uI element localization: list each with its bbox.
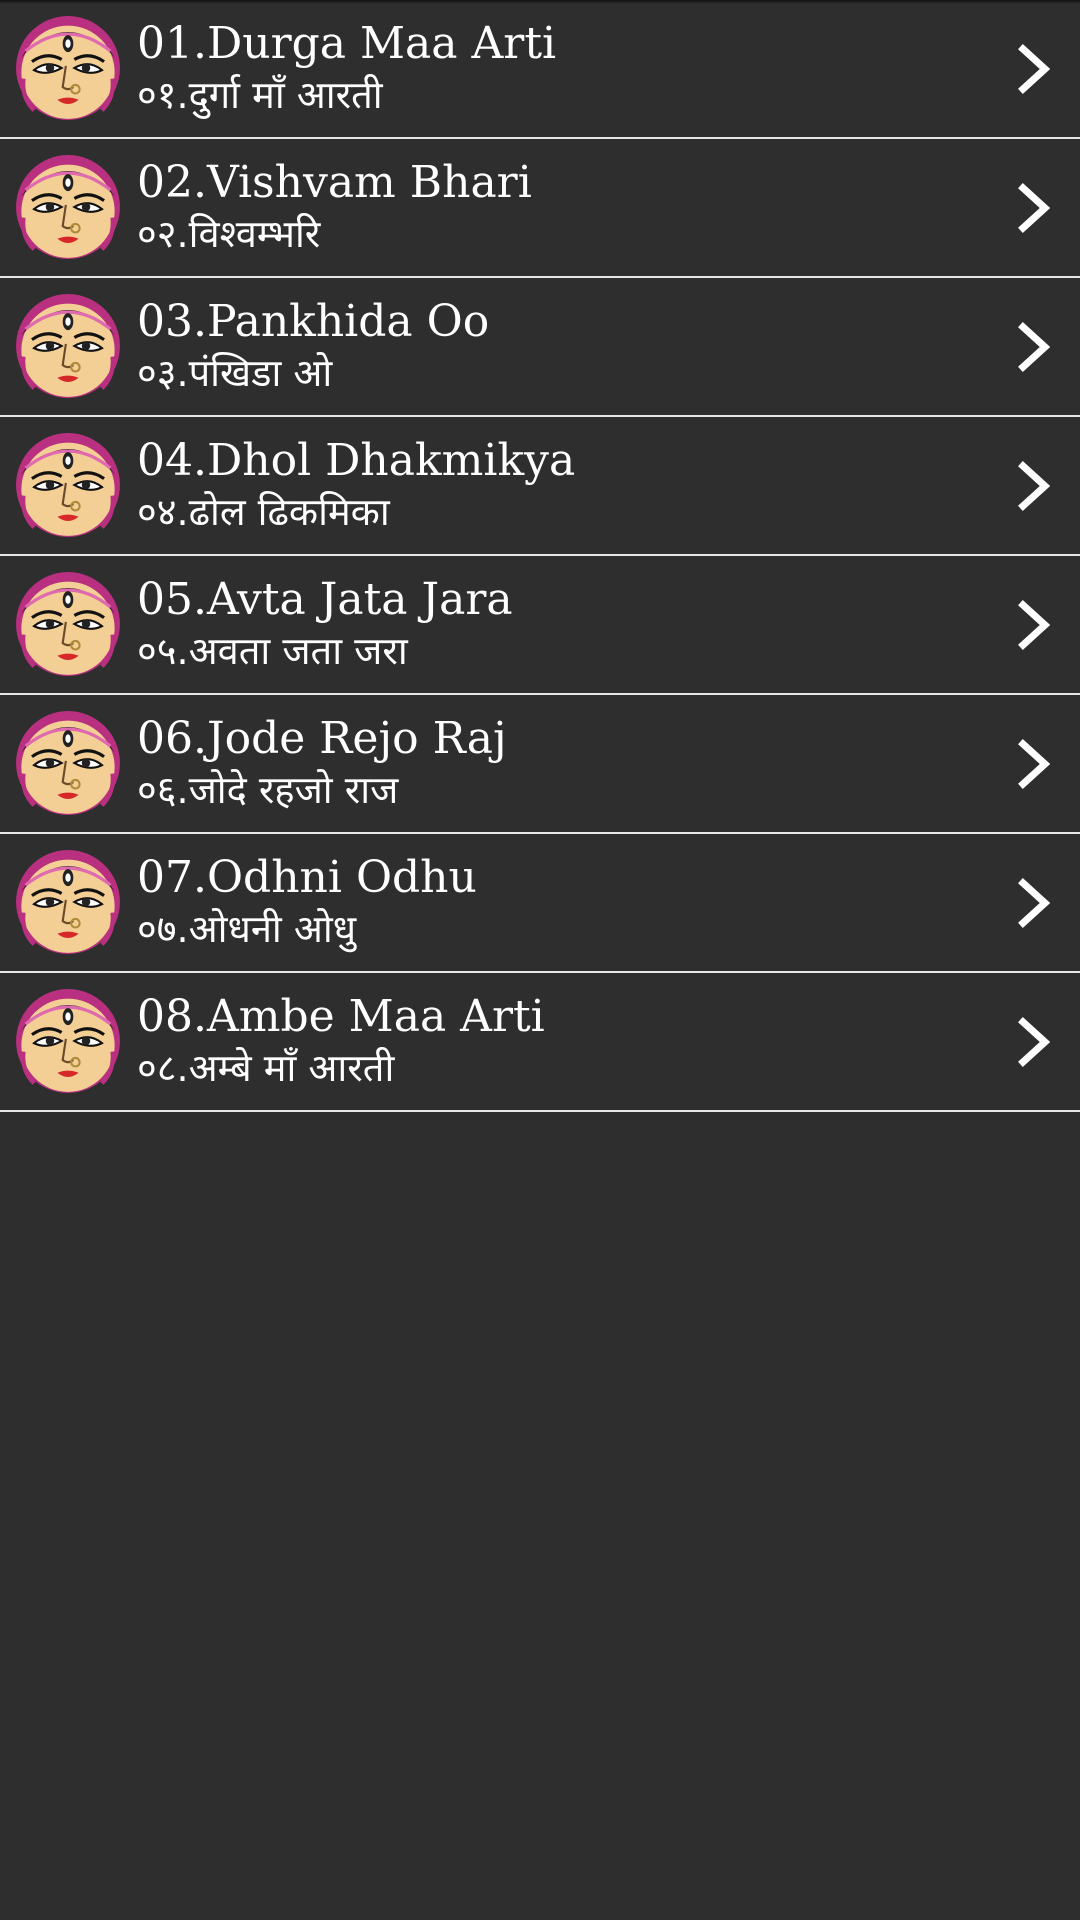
item-subtitle: ०६.जोदे रहजो राज bbox=[137, 768, 399, 812]
item-title: 01.Durga Maa Arti bbox=[137, 18, 557, 69]
goddess-durga-face-icon bbox=[15, 710, 121, 816]
list-item-02[interactable]: 02.Vishvam Bhari ०२.विश्वम्भरि bbox=[0, 139, 1080, 278]
item-title: 03.Pankhida Oo bbox=[137, 296, 490, 347]
item-subtitle: ०८.अम्बे माँ आरती bbox=[137, 1046, 395, 1090]
list-item-06[interactable]: 06.Jode Rejo Raj ०६.जोदे रहजो राज bbox=[0, 695, 1080, 834]
goddess-durga-face-icon bbox=[15, 15, 121, 121]
chevron-right-icon bbox=[1016, 1017, 1052, 1067]
item-subtitle: ०१.दुर्गा माँ आरती bbox=[137, 73, 383, 117]
item-title: 07.Odhni Odhu bbox=[137, 852, 477, 903]
list-item-08[interactable]: 08.Ambe Maa Arti ०८.अम्बे माँ आरती bbox=[0, 973, 1080, 1112]
list-item-01[interactable]: 01.Durga Maa Arti ०१.दुर्गा माँ आरती bbox=[0, 0, 1080, 139]
chevron-right-icon bbox=[1016, 461, 1052, 511]
chevron-right-icon bbox=[1016, 322, 1052, 372]
item-title: 06.Jode Rejo Raj bbox=[137, 713, 507, 764]
goddess-durga-face-icon bbox=[15, 849, 121, 955]
item-title: 02.Vishvam Bhari bbox=[137, 157, 532, 208]
chevron-right-icon bbox=[1016, 739, 1052, 789]
goddess-durga-face-icon bbox=[15, 293, 121, 399]
goddess-durga-face-icon bbox=[15, 432, 121, 538]
list-item-05[interactable]: 05.Avta Jata Jara ०५.अवता जता जरा bbox=[0, 556, 1080, 695]
list-item-04[interactable]: 04.Dhol Dhakmikya ०४.ढोल ढिकमिका bbox=[0, 417, 1080, 556]
screen: 01.Durga Maa Arti ०१.दुर्गा माँ आरती 02.… bbox=[0, 0, 1080, 1920]
item-title: 04.Dhol Dhakmikya bbox=[137, 435, 576, 486]
chevron-right-icon bbox=[1016, 600, 1052, 650]
item-subtitle: ०४.ढोल ढिकमिका bbox=[137, 490, 390, 534]
list-item-03[interactable]: 03.Pankhida Oo ०३.पंखिडा ओ bbox=[0, 278, 1080, 417]
item-subtitle: ०५.अवता जता जरा bbox=[137, 629, 408, 673]
chevron-right-icon bbox=[1016, 44, 1052, 94]
item-subtitle: ०३.पंखिडा ओ bbox=[137, 351, 333, 395]
goddess-durga-face-icon bbox=[15, 154, 121, 260]
item-subtitle: ०२.विश्वम्भरि bbox=[137, 212, 321, 256]
list-item-07[interactable]: 07.Odhni Odhu ०७.ओधनी ओधु bbox=[0, 834, 1080, 973]
item-title: 05.Avta Jata Jara bbox=[137, 574, 513, 625]
item-title: 08.Ambe Maa Arti bbox=[137, 991, 545, 1042]
goddess-durga-face-icon bbox=[15, 988, 121, 1094]
top-shadow bbox=[0, 0, 1080, 4]
item-subtitle: ०७.ओधनी ओधु bbox=[137, 907, 357, 951]
song-list: 01.Durga Maa Arti ०१.दुर्गा माँ आरती 02.… bbox=[0, 0, 1080, 1112]
chevron-right-icon bbox=[1016, 183, 1052, 233]
goddess-durga-face-icon bbox=[15, 571, 121, 677]
chevron-right-icon bbox=[1016, 878, 1052, 928]
